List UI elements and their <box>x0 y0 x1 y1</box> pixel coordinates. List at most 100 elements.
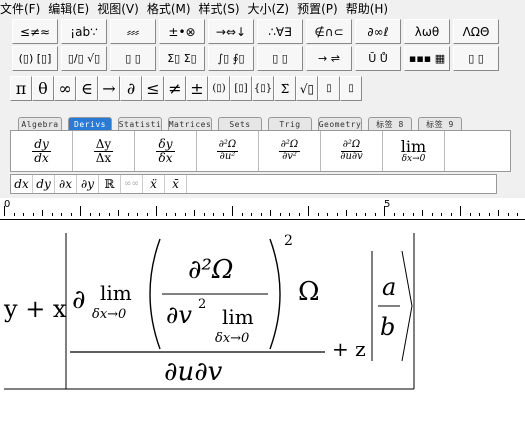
arrows-palette-button[interactable]: →⇔↓ <box>208 19 254 44</box>
ruler-tick <box>51 213 53 216</box>
derivative-template-small-delta[interactable]: δy δx <box>135 131 197 171</box>
menu-edit[interactable]: 编辑(E) <box>48 0 97 17</box>
equation-canvas[interactable]: y + x ∂ lim δx→0 ∂²Ω ∂v 2 lim δx→0 2 Ω ∂… <box>0 221 525 421</box>
reals-button[interactable]: ℝ <box>99 175 121 193</box>
operators-palette-button[interactable]: ±•⊗ <box>159 19 205 44</box>
infinity-symbol-button[interactable]: ∞ <box>54 76 76 101</box>
labeled-arrows-palette-button[interactable]: → ⇌ <box>306 46 352 71</box>
tab-trig[interactable]: Trig <box>268 117 312 130</box>
plus-minus-symbol-button[interactable]: ± <box>186 76 208 101</box>
misc-symbols-palette-button[interactable]: ∂∞ℓ <box>355 19 401 44</box>
equation-main-denominator[interactable]: ∂u∂v <box>164 357 222 387</box>
menu-help[interactable]: 帮助(H) <box>346 0 396 17</box>
ruler-tick <box>61 213 62 216</box>
equation-lim[interactable]: lim <box>100 281 132 305</box>
partial-x-button[interactable]: ∂x <box>55 175 77 193</box>
equation-inner-lim-subscript[interactable]: δx→0 <box>215 331 249 346</box>
not-equal-symbol-button[interactable]: ≠ <box>164 76 186 101</box>
tab-algebra[interactable]: Algebra <box>18 117 62 130</box>
dx-button[interactable]: dx <box>11 175 33 193</box>
equation-lim-subscript[interactable]: δx→0 <box>92 307 126 322</box>
matrices-palette-button[interactable]: ▪▪▪ ▦ <box>404 46 450 71</box>
integrals-palette-button[interactable]: ∫▯ ∮▯ <box>208 46 254 71</box>
fractions-palette-button[interactable]: ▯/▯ √▯ <box>61 46 107 71</box>
equation-a[interactable]: a <box>382 273 396 301</box>
tab-statistics[interactable]: Statisti <box>118 117 162 130</box>
tab-geometry[interactable]: Geometry <box>318 117 362 130</box>
theta-symbol-button[interactable]: θ <box>32 76 54 101</box>
ruler[interactable]: 0 5 <box>0 198 525 220</box>
sets-palette-button[interactable]: ∉∩⊂ <box>306 19 352 44</box>
menu-size[interactable]: 大小(Z) <box>248 0 298 17</box>
sums-palette-button[interactable]: Σ▯ Σ▯ <box>159 46 205 71</box>
equation-inner-lim[interactable]: lim <box>222 305 254 329</box>
greek-lower-palette-button[interactable]: λωθ <box>404 19 450 44</box>
equation-lhs[interactable]: y + x <box>4 295 66 323</box>
menu-preferences[interactable]: 预置(P) <box>297 0 346 17</box>
partial-template-vv[interactable]: ∂²Ω ∂v² <box>259 131 321 171</box>
limit-template[interactable]: lim δx→0 <box>383 131 445 171</box>
parentheses-template-button[interactable]: (▯) <box>208 76 230 101</box>
ruler-tick <box>108 213 110 216</box>
products-palette-button[interactable]: Ū Ů <box>355 46 401 71</box>
fences-palette-button[interactable]: (▯) [▯] <box>12 46 58 71</box>
menu-style[interactable]: 样式(S) <box>199 0 248 17</box>
menu-file[interactable]: 文件(F) <box>0 0 48 17</box>
embellishments-palette-button[interactable]: ⸗⸗⸗ <box>110 19 156 44</box>
brackets-template-button[interactable]: [▯] <box>230 76 252 101</box>
derivative-template-dy-dx[interactable]: dy dx <box>11 131 73 171</box>
logic-palette-button[interactable]: ∴∀∃ <box>257 19 303 44</box>
equation-omega[interactable]: Ω <box>298 277 320 307</box>
double-dot-x-button[interactable]: ẍ <box>143 175 165 193</box>
derivative-template-delta[interactable]: Δy Δx <box>73 131 135 171</box>
ruler-tick <box>289 213 290 216</box>
menu-format[interactable]: 格式(M) <box>147 0 199 17</box>
ruler-tick <box>469 213 471 216</box>
superscript-template-button[interactable]: ▯ <box>318 76 340 101</box>
partial-symbol-button[interactable]: ∂ <box>120 76 142 101</box>
ruler-tick <box>32 213 34 216</box>
ruler-tick <box>89 213 91 216</box>
menu-bar: 文件(F) 编辑(E) 视图(V) 格式(M) 样式(S) 大小(Z) 预置(P… <box>0 0 525 16</box>
partial-template-uu[interactable]: ∂²Ω ∂u² <box>197 131 259 171</box>
tab-derivs[interactable]: Derivs <box>68 117 112 130</box>
ruler-tick <box>308 206 309 216</box>
tab-label-9[interactable]: 标签 9 <box>418 117 462 130</box>
bar-x-button[interactable]: x̄ <box>165 175 187 193</box>
equation-outer-power[interactable]: 2 <box>284 233 293 249</box>
tab-sets[interactable]: Sets <box>218 117 262 130</box>
partial-y-button[interactable]: ∂y <box>77 175 99 193</box>
arrow-symbol-button[interactable]: → <box>98 76 120 101</box>
ruler-tick <box>393 213 395 216</box>
equation-lines <box>4 233 415 390</box>
equation-inner-den-power[interactable]: 2 <box>198 297 206 312</box>
menu-view[interactable]: 视图(V) <box>97 0 147 17</box>
equation-b[interactable]: b <box>380 313 395 341</box>
scripts-palette-button[interactable]: ▯ ▯ <box>110 46 156 71</box>
partial-template-uv[interactable]: ∂²Ω ∂u∂v <box>321 131 383 171</box>
sum-template-button[interactable]: Σ̈ <box>274 76 296 101</box>
equation-partial-top[interactable]: ∂ <box>72 285 85 315</box>
disabled-button[interactable]: ∞∞ <box>121 175 143 193</box>
less-equal-symbol-button[interactable]: ≤ <box>142 76 164 101</box>
element-of-symbol-button[interactable]: ∈ <box>76 76 98 101</box>
relations-palette-button[interactable]: ≤≠≈ <box>12 19 58 44</box>
boxes-palette-button[interactable]: ▯ ▯ <box>453 46 499 71</box>
braces-template-button[interactable]: {▯} <box>252 76 274 101</box>
pi-symbol-button[interactable]: π <box>10 76 32 101</box>
ruler-tick <box>384 206 385 216</box>
ruler-tick <box>298 213 300 216</box>
equation-inner-numerator[interactable]: ∂²Ω <box>188 255 233 285</box>
dy-button[interactable]: dy <box>33 175 55 193</box>
bars-palette-button[interactable]: ▯ ▯ <box>257 46 303 71</box>
equation-inner-den-partial[interactable]: ∂v <box>166 301 192 329</box>
spaces-palette-button[interactable]: ¡ab∵ <box>61 19 107 44</box>
sqrt-template-button[interactable]: √▯ <box>296 76 318 101</box>
ruler-tick <box>327 213 328 216</box>
tab-label-8[interactable]: 标签 8 <box>368 117 412 130</box>
equation-plus-z[interactable]: + z <box>332 337 366 361</box>
ruler-tick <box>232 206 233 216</box>
tab-matrices[interactable]: Matrices <box>168 117 212 130</box>
subscript-template-button[interactable]: ▯ <box>340 76 362 101</box>
greek-upper-palette-button[interactable]: ΛΩΘ <box>453 19 499 44</box>
